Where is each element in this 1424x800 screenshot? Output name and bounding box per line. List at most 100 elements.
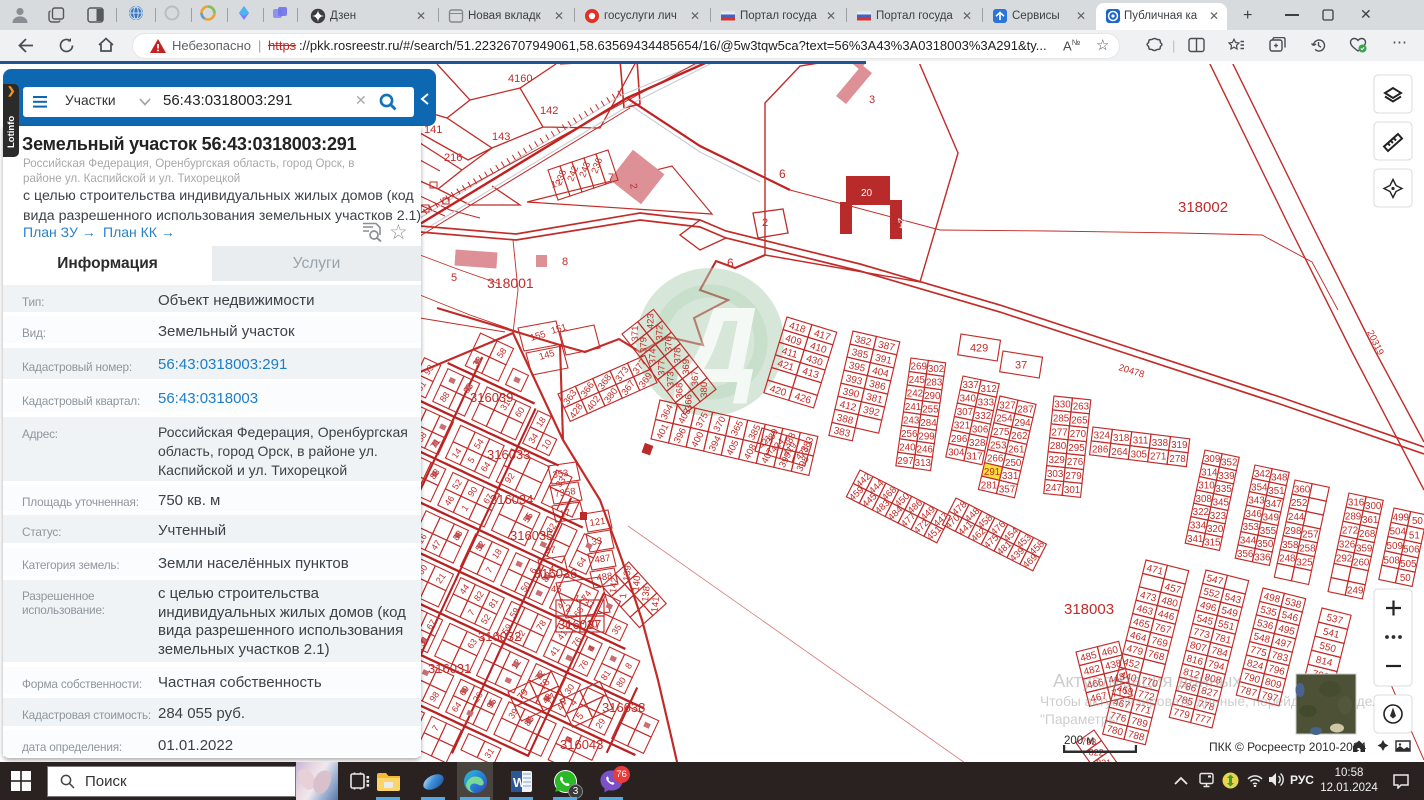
svg-text:249: 249 <box>1347 586 1363 597</box>
svg-text:290: 290 <box>924 391 941 402</box>
svg-text:388: 388 <box>835 412 854 427</box>
svg-text:46: 46 <box>442 494 456 508</box>
svg-text:473: 473 <box>1139 590 1158 605</box>
svg-text:34: 34 <box>526 431 540 445</box>
svg-text:241: 241 <box>905 402 921 413</box>
svg-text:95: 95 <box>484 696 498 710</box>
svg-text:301: 301 <box>1064 485 1080 496</box>
svg-text:429: 429 <box>970 342 988 354</box>
svg-text:244: 244 <box>1288 512 1305 523</box>
svg-text:33: 33 <box>471 355 485 369</box>
svg-text:8: 8 <box>623 661 634 671</box>
svg-text:333: 333 <box>978 398 995 409</box>
svg-text:236: 236 <box>589 156 605 175</box>
svg-text:543: 543 <box>1223 592 1242 607</box>
svg-text:460: 460 <box>1101 644 1120 659</box>
svg-text:50: 50 <box>1400 573 1411 584</box>
svg-text:29: 29 <box>593 716 607 730</box>
svg-text:383: 383 <box>832 425 851 440</box>
svg-text:332: 332 <box>975 411 991 422</box>
svg-text:280: 280 <box>1050 441 1067 452</box>
svg-text:334: 334 <box>1190 521 1207 532</box>
svg-text:7: 7 <box>608 172 614 184</box>
svg-text:266: 266 <box>987 454 1004 465</box>
svg-text:356: 356 <box>1237 549 1254 560</box>
svg-text:348: 348 <box>1271 473 1288 484</box>
svg-text:260: 260 <box>1353 557 1370 568</box>
svg-text:383: 383 <box>799 435 816 454</box>
svg-text:20478: 20478 <box>1117 362 1145 380</box>
svg-text:400: 400 <box>689 430 706 449</box>
svg-text:80: 80 <box>614 675 628 689</box>
svg-text:464: 464 <box>1129 630 1148 645</box>
svg-text:391: 391 <box>874 353 893 368</box>
svg-text:316032: 316032 <box>478 629 521 644</box>
svg-text:306: 306 <box>972 425 989 436</box>
svg-text:312: 312 <box>981 384 997 395</box>
svg-text:768: 768 <box>1147 649 1166 664</box>
svg-text:385: 385 <box>851 347 870 362</box>
svg-text:257: 257 <box>1302 530 1318 541</box>
svg-text:291: 291 <box>984 467 1000 478</box>
svg-text:382: 382 <box>854 334 873 349</box>
svg-text:7: 7 <box>430 723 441 733</box>
svg-text:300: 300 <box>1365 501 1382 512</box>
svg-text:299: 299 <box>918 431 934 442</box>
svg-text:200 м: 200 м <box>1064 735 1094 747</box>
svg-text:487: 487 <box>594 553 611 566</box>
svg-text:21: 21 <box>434 571 448 585</box>
svg-text:341: 341 <box>1187 534 1203 545</box>
svg-text:393: 393 <box>845 373 864 388</box>
svg-text:316043: 316043 <box>560 737 603 752</box>
svg-text:278: 278 <box>1169 454 1186 465</box>
svg-text:85: 85 <box>522 714 536 728</box>
svg-text:18: 18 <box>490 547 504 561</box>
svg-text:345: 345 <box>1213 498 1230 509</box>
svg-text:318001: 318001 <box>487 275 534 291</box>
svg-text:285: 285 <box>1053 413 1070 424</box>
svg-text:269: 269 <box>911 361 927 372</box>
svg-text:3: 3 <box>869 94 875 106</box>
svg-text:317: 317 <box>966 452 982 463</box>
svg-text:281: 281 <box>981 480 997 491</box>
svg-text:350: 350 <box>1257 539 1274 550</box>
svg-text:358: 358 <box>1282 540 1299 551</box>
svg-text:506: 506 <box>1403 545 1420 556</box>
svg-text:47: 47 <box>429 538 443 552</box>
svg-text:325: 325 <box>1296 557 1313 568</box>
svg-text:20319: 20319 <box>1364 328 1385 357</box>
svg-text:328: 328 <box>969 438 986 449</box>
svg-text:12: 12 <box>509 657 523 671</box>
svg-text:497: 497 <box>1274 637 1293 652</box>
svg-text:324: 324 <box>1094 431 1111 442</box>
svg-text:50: 50 <box>519 580 533 594</box>
svg-text:779: 779 <box>1172 707 1191 722</box>
svg-text:767: 767 <box>1153 622 1172 637</box>
svg-text:76: 76 <box>570 635 584 649</box>
svg-text:319: 319 <box>1171 440 1187 451</box>
svg-text:271: 271 <box>1150 452 1166 463</box>
svg-text:37: 37 <box>1015 359 1027 371</box>
svg-text:298: 298 <box>1285 526 1302 537</box>
svg-text:81: 81 <box>599 668 613 682</box>
svg-text:346: 346 <box>1245 509 1262 520</box>
svg-text:279: 279 <box>1065 471 1081 482</box>
svg-text:35: 35 <box>610 622 624 636</box>
svg-text:330: 330 <box>1054 399 1071 410</box>
svg-text:287: 287 <box>1017 404 1033 415</box>
svg-text:142: 142 <box>540 105 558 117</box>
svg-text:339: 339 <box>1218 471 1234 482</box>
svg-text:504: 504 <box>1390 527 1407 538</box>
svg-text:78: 78 <box>534 618 548 632</box>
svg-text:338: 338 <box>1152 438 1169 449</box>
svg-text:69: 69 <box>457 684 471 698</box>
svg-text:316031: 316031 <box>428 661 471 676</box>
svg-text:318003: 318003 <box>1064 601 1114 618</box>
svg-text:76: 76 <box>577 658 591 672</box>
svg-text:2: 2 <box>762 217 768 229</box>
svg-text:277: 277 <box>1051 427 1067 438</box>
svg-text:252: 252 <box>1291 498 1307 509</box>
svg-text:247: 247 <box>1046 483 1062 494</box>
svg-text:784: 784 <box>1210 645 1229 660</box>
svg-text:6: 6 <box>727 256 734 270</box>
